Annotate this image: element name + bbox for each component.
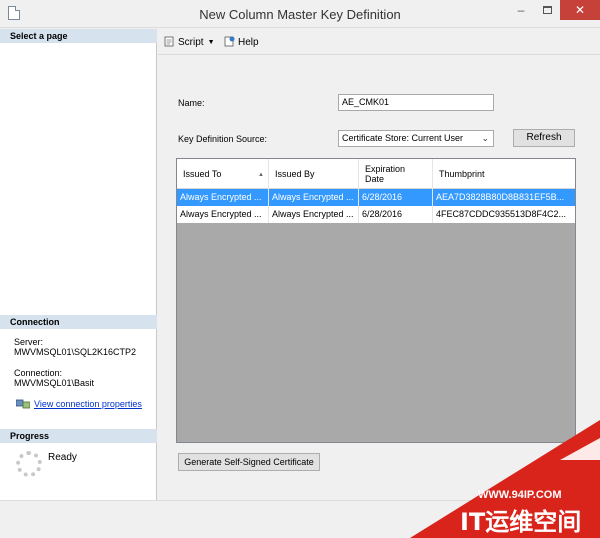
help-icon [224, 36, 235, 47]
script-label: Script [178, 37, 204, 48]
connection-value: MWVMSQL01\Basit [14, 378, 95, 388]
grid-header: Issued To ▲ Issued By Expiration Date Th… [177, 159, 575, 189]
certificate-grid[interactable]: Issued To ▲ Issued By Expiration Date Th… [176, 158, 576, 443]
view-connection-properties-label[interactable]: View connection properties [34, 399, 142, 409]
cell-issued-to: Always Encrypted ... [177, 189, 269, 206]
watermark-brand: IT运维空间 [460, 508, 581, 536]
table-row[interactable]: Always Encrypted ... Always Encrypted ..… [177, 206, 575, 223]
cell-issued-by: Always Encrypted ... [269, 206, 359, 223]
progress-header: Progress [0, 429, 157, 443]
connection-header: Connection [0, 315, 157, 329]
column-header-issued-by-label: Issued By [275, 169, 315, 179]
name-input[interactable]: AE_CMK01 [338, 94, 494, 111]
watermark-logo: WWW.94IP.COM IT运维空间 [410, 420, 600, 538]
close-button[interactable]: ✕ [560, 0, 600, 20]
help-label: Help [238, 37, 259, 48]
cell-thumbprint: AEA7D3828B80D8B831EF5B... [436, 192, 565, 202]
column-header-issued-to[interactable]: Issued To ▲ [177, 159, 269, 189]
maximize-icon [542, 6, 552, 14]
column-header-thumbprint[interactable]: Thumbprint [433, 159, 575, 189]
key-source-label: Key Definition Source: [178, 134, 268, 144]
cell-thumbprint: 4FEC87CDDC935513D8F4C2... [436, 209, 567, 219]
select-page-header: Select a page [0, 29, 157, 43]
script-button[interactable]: Script ▼ [164, 36, 215, 48]
column-header-expiration-label: Expiration Date [365, 164, 406, 184]
column-header-expiration-date[interactable]: Expiration Date [359, 159, 433, 189]
cell-issued-by: Always Encrypted ... [269, 189, 359, 206]
refresh-button[interactable]: Refresh [513, 129, 575, 147]
cell-expiration: 6/28/2016 [359, 189, 433, 206]
key-source-select[interactable]: Certificate Store: Current User ⌄ [338, 130, 494, 147]
connection-properties-icon [16, 399, 30, 409]
watermark-url: WWW.94IP.COM [478, 489, 562, 501]
server-value: MWVMSQL01\SQL2K16CTP2 [14, 347, 137, 357]
chevron-down-icon: ⌄ [481, 133, 489, 143]
progress-spinner-icon [16, 451, 42, 477]
sort-ascending-icon: ▲ [258, 172, 264, 178]
progress-status: Ready [48, 452, 77, 463]
table-row[interactable]: Always Encrypted ... Always Encrypted ..… [177, 189, 575, 206]
chevron-down-icon[interactable]: ▼ [208, 39, 215, 46]
name-label: Name: [178, 98, 205, 108]
left-pane: Select a page Connection Server: MWVMSQL… [0, 29, 157, 500]
column-header-thumbprint-label: Thumbprint [439, 169, 485, 179]
help-button[interactable]: Help [224, 36, 259, 48]
key-source-value: Certificate Store: Current User [342, 133, 464, 143]
minimize-button[interactable]: – [508, 0, 534, 20]
toolbar: Script ▼ Help [158, 29, 600, 55]
title-bar: New Column Master Key Definition – ✕ [0, 0, 600, 28]
column-header-issued-to-label: Issued To [183, 169, 222, 179]
script-icon [164, 36, 174, 47]
column-header-issued-by[interactable]: Issued By [269, 159, 359, 189]
cell-issued-to: Always Encrypted ... [177, 206, 269, 223]
maximize-button[interactable] [534, 0, 560, 20]
server-label: Server: [14, 337, 44, 347]
connection-label: Connection: [14, 368, 63, 378]
cell-expiration: 6/28/2016 [359, 206, 433, 223]
generate-certificate-button[interactable]: Generate Self-Signed Certificate [178, 453, 320, 471]
